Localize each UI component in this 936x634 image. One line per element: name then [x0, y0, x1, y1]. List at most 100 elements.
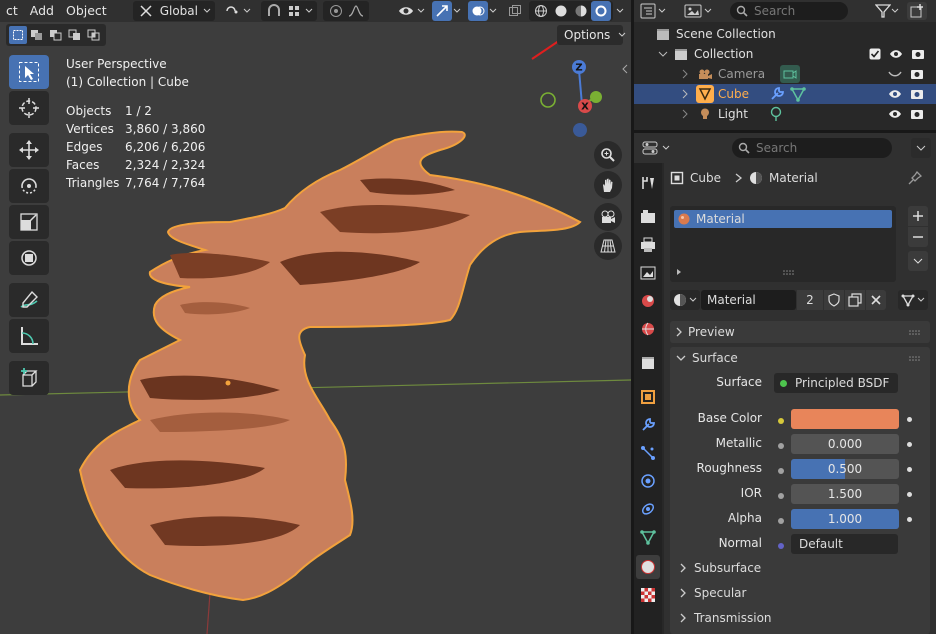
perspective-toggle-button[interactable] — [594, 232, 622, 260]
transform-orientation-dropdown[interactable]: Global — [132, 1, 215, 21]
camera-render-icon[interactable] — [910, 68, 924, 80]
scale-tool[interactable] — [9, 205, 49, 239]
tab-world[interactable] — [636, 317, 660, 341]
shading-chevron-down-icon[interactable] — [613, 1, 627, 21]
editor-type-dropdown[interactable] — [642, 140, 682, 156]
material-slot-list[interactable]: Material — [670, 206, 896, 282]
outliner-item-camera[interactable]: Camera — [634, 64, 936, 84]
unlink-material-button[interactable] — [866, 290, 886, 310]
tab-material[interactable] — [636, 555, 660, 579]
eye-icon[interactable] — [888, 109, 902, 119]
3d-viewport[interactable]: ct Add Object Global Options User Perspe… — [0, 0, 631, 634]
slot-specials-dropdown[interactable] — [908, 251, 928, 271]
base-color-swatch[interactable] — [791, 409, 899, 429]
pan-button[interactable] — [594, 171, 622, 199]
pin-icon[interactable] — [908, 171, 922, 185]
outliner-item-light[interactable]: Light — [634, 104, 936, 124]
keyframe-dot-icon[interactable] — [907, 517, 912, 522]
eye-icon[interactable] — [889, 49, 903, 59]
camera-render-icon[interactable] — [910, 88, 924, 100]
chevron-right-icon[interactable] — [680, 109, 690, 119]
outliner-item-collection[interactable]: Collection — [634, 44, 936, 64]
tab-collection[interactable] — [636, 351, 660, 375]
list-expand-icon[interactable] — [676, 268, 682, 276]
keyframe-dot-icon[interactable] — [907, 492, 912, 497]
alpha-field[interactable]: 1.000 — [791, 509, 899, 529]
move-tool[interactable] — [9, 133, 49, 167]
select-new-icon[interactable] — [9, 26, 27, 44]
keyframe-dot-icon[interactable] — [907, 442, 912, 447]
snap-magnet-icon[interactable] — [264, 1, 284, 21]
fake-user-button[interactable] — [824, 290, 844, 310]
shading-mode-group[interactable] — [529, 1, 613, 21]
camera-render-icon[interactable] — [911, 48, 925, 60]
panel-specular-header[interactable]: Specular — [680, 582, 746, 604]
select-extend-icon[interactable] — [28, 26, 46, 44]
surface-shader-field[interactable]: Principled BSDF — [774, 373, 898, 393]
eye-closed-icon[interactable] — [888, 69, 902, 79]
tab-output[interactable] — [636, 233, 660, 257]
cube-mesh[interactable] — [78, 130, 582, 602]
menu-add[interactable]: Add — [24, 0, 60, 22]
outliner-item-cube[interactable]: Cube — [634, 84, 936, 104]
color-socket-icon[interactable] — [778, 418, 784, 424]
value-socket-icon[interactable] — [778, 493, 784, 499]
tab-render[interactable] — [636, 205, 660, 229]
add-slot-button[interactable] — [908, 206, 928, 226]
select-subtract-icon[interactable] — [47, 26, 65, 44]
material-browse-dropdown[interactable] — [670, 290, 700, 310]
vector-socket-icon[interactable] — [778, 543, 784, 549]
remove-slot-button[interactable] — [908, 227, 928, 247]
properties-options-dropdown[interactable] — [911, 138, 931, 158]
checkbox-checked-icon[interactable] — [869, 48, 881, 60]
value-socket-icon[interactable] — [778, 443, 784, 449]
new-collection-button[interactable] — [907, 2, 927, 20]
proportional-edit-icon[interactable] — [326, 1, 346, 21]
normal-field[interactable]: Default — [791, 534, 898, 554]
solid-shading-icon[interactable] — [551, 1, 571, 21]
chevron-down-icon[interactable] — [658, 49, 668, 59]
tab-physics[interactable] — [636, 469, 660, 493]
rotate-tool[interactable] — [9, 169, 49, 203]
panel-preview-header[interactable]: Preview — [670, 321, 930, 343]
wrench-modifier-icon[interactable] — [769, 86, 785, 102]
rendered-shading-icon[interactable] — [591, 1, 611, 21]
outliner-scene-collection[interactable]: Scene Collection — [634, 24, 936, 44]
menu-select[interactable]: ct — [0, 0, 24, 22]
tab-tool[interactable] — [636, 171, 660, 195]
material-name-field[interactable]: Material — [701, 290, 796, 310]
chevron-right-icon[interactable] — [680, 69, 690, 79]
falloff-curve-icon[interactable] — [346, 1, 366, 21]
panel-surface-header[interactable]: Surface — [670, 347, 930, 369]
metallic-field[interactable]: 0.000 — [791, 434, 899, 454]
options-dropdown[interactable]: Options — [557, 25, 626, 45]
filter-dropdown[interactable] — [875, 4, 901, 18]
keyframe-dot-icon[interactable] — [907, 467, 912, 472]
keyframe-dot-icon[interactable] — [907, 417, 912, 422]
material-preview-shading-icon[interactable] — [571, 1, 591, 21]
eye-icon[interactable] — [888, 89, 902, 99]
display-mode-dropdown[interactable] — [684, 3, 724, 19]
tab-data[interactable] — [636, 525, 660, 549]
select-invert-icon[interactable] — [66, 26, 84, 44]
tab-texture[interactable] — [636, 583, 660, 607]
annotate-tool[interactable] — [9, 283, 49, 317]
tab-constraints[interactable] — [636, 497, 660, 521]
transform-tool[interactable] — [9, 241, 49, 275]
snap-group[interactable] — [260, 1, 317, 21]
editor-type-dropdown[interactable] — [640, 3, 674, 19]
ior-field[interactable]: 1.500 — [791, 484, 899, 504]
add-cube-tool[interactable] — [9, 361, 49, 395]
tab-scene[interactable] — [636, 289, 660, 313]
value-socket-icon[interactable] — [778, 518, 784, 524]
panel-transmission-header[interactable]: Transmission — [680, 607, 772, 629]
panel-subsurface-header[interactable]: Subsurface — [680, 557, 761, 579]
camera-data-icon[interactable] — [780, 65, 800, 83]
cursor-tool[interactable] — [9, 91, 49, 125]
tab-view-layer[interactable] — [636, 261, 660, 285]
visibility-dropdown[interactable] — [393, 1, 429, 21]
list-resize-grip-icon[interactable] — [782, 269, 796, 275]
chevron-right-icon[interactable] — [680, 89, 690, 99]
gizmo-dropdown[interactable] — [429, 1, 465, 21]
material-users-count[interactable]: 2 — [797, 290, 823, 310]
